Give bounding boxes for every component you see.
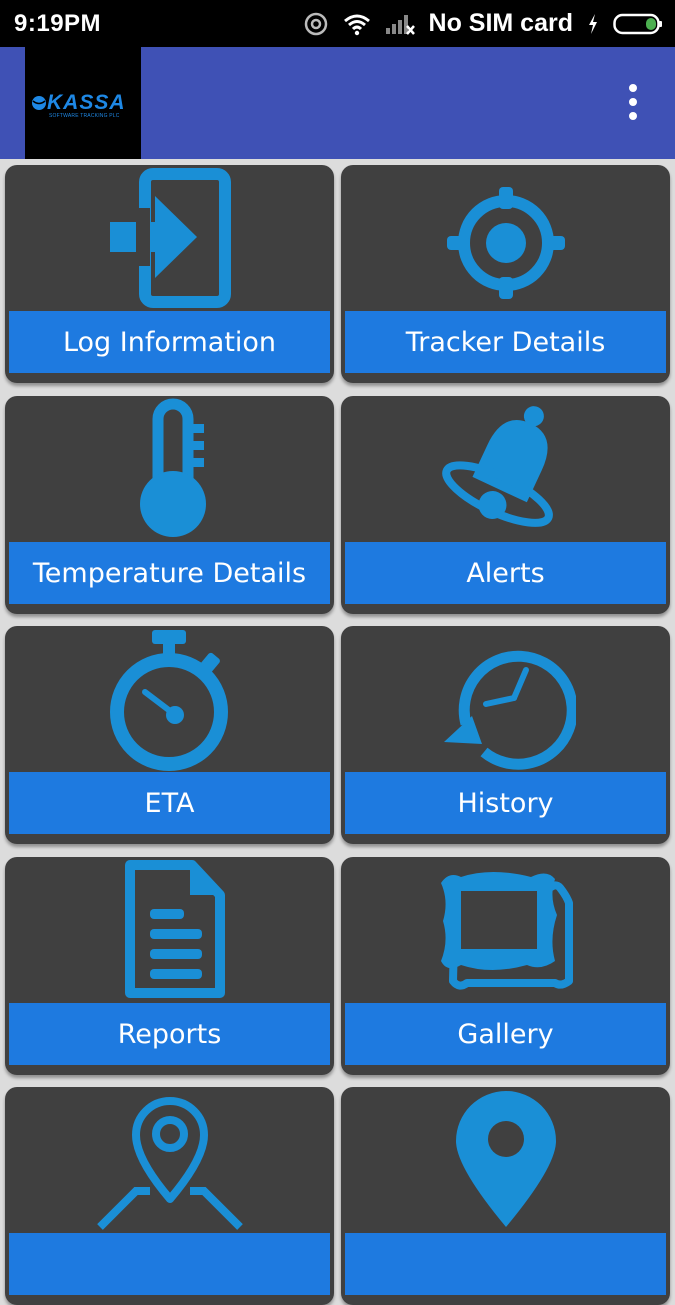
tile-label: Log Information (9, 311, 330, 373)
picture-frame-icon (341, 857, 670, 1003)
charging-icon (587, 13, 599, 35)
tile-label: Gallery (345, 1003, 666, 1065)
status-time: 9:19PM (14, 9, 102, 37)
signal-icon (385, 12, 415, 36)
tile-map-location[interactable] (5, 1087, 334, 1305)
crosshair-icon (341, 165, 670, 311)
location-pin-icon (341, 1087, 670, 1233)
history-icon (341, 626, 670, 772)
tile-label: Alerts (345, 542, 666, 604)
logo-subtitle: SOFTWARE TRACKING PLC (49, 113, 120, 119)
tile-label (9, 1233, 330, 1295)
tile-log-information[interactable]: Log Information (5, 165, 334, 383)
tile-label: Reports (9, 1003, 330, 1065)
thermometer-icon (5, 396, 334, 542)
tile-label: Temperature Details (9, 542, 330, 604)
app-bar: KASSA SOFTWARE TRACKING PLC (0, 47, 675, 159)
stopwatch-icon (5, 626, 334, 772)
hotspot-icon (303, 11, 329, 37)
tile-history[interactable]: History (341, 626, 670, 844)
battery-icon (613, 12, 663, 36)
map-location-icon (5, 1087, 334, 1233)
app-logo: KASSA SOFTWARE TRACKING PLC (25, 47, 141, 159)
globe-icon (30, 94, 48, 117)
bell-icon (341, 396, 670, 542)
tile-temperature-details[interactable]: Temperature Details (5, 396, 334, 614)
wifi-icon (343, 12, 371, 36)
document-icon (5, 857, 334, 1003)
tile-tracker-details[interactable]: Tracker Details (341, 165, 670, 383)
tile-location-pin[interactable] (341, 1087, 670, 1305)
tile-gallery[interactable]: Gallery (341, 857, 670, 1075)
tile-eta[interactable]: ETA (5, 626, 334, 844)
tile-alerts[interactable]: Alerts (341, 396, 670, 614)
carrier-text: No SIM card (428, 9, 573, 37)
tile-label: Tracker Details (345, 311, 666, 373)
status-bar: 9:19PM No SIM card (0, 0, 675, 47)
login-icon (5, 165, 334, 311)
tile-label (345, 1233, 666, 1295)
overflow-menu-icon[interactable] (615, 77, 651, 127)
tile-label: ETA (9, 772, 330, 834)
tile-label: History (345, 772, 666, 834)
logo-text: KASSA (47, 91, 126, 114)
status-icons: No SIM card (303, 9, 663, 38)
tile-reports[interactable]: Reports (5, 857, 334, 1075)
